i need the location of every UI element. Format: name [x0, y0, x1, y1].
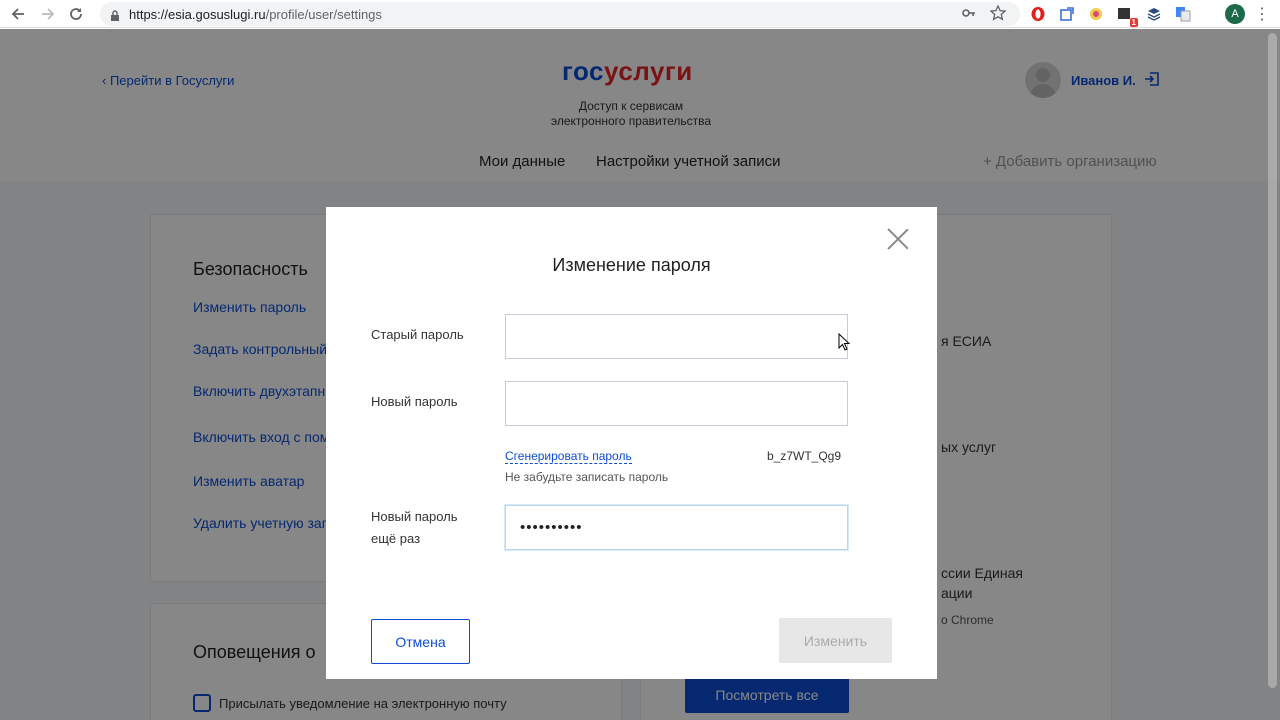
- address-bar[interactable]: https://esia.gosuslugi.ru/profile/user/s…: [100, 2, 1020, 26]
- modal-title: Изменение пароля: [552, 255, 711, 275]
- bookmark-star-icon[interactable]: [989, 4, 1007, 26]
- notes-extension-icon[interactable]: 1: [1115, 4, 1138, 27]
- share-extension-icon[interactable]: [1057, 4, 1077, 24]
- url-path: /profile/user/settings: [265, 6, 382, 22]
- new-password-label: Новый пароль: [371, 394, 458, 409]
- change-password-submit-button[interactable]: Изменить: [779, 618, 892, 663]
- page: ‹ Перейти в Госуслуги госуслуги Доступ к…: [0, 29, 1280, 720]
- translate-extension-icon[interactable]: [1173, 4, 1193, 24]
- change-password-modal: Изменение пароля Старый пароль Новый пар…: [326, 207, 937, 679]
- lock-icon: [110, 9, 120, 21]
- menu-kebab-icon[interactable]: ⋮: [1254, 4, 1270, 24]
- extension-badge: 1: [1129, 18, 1138, 27]
- close-icon[interactable]: [886, 227, 910, 251]
- browser-toolbar: https://esia.gosuslugi.ru/profile/user/s…: [0, 0, 1280, 28]
- opera-extension-icon[interactable]: [1028, 4, 1048, 24]
- layers-extension-icon[interactable]: [1144, 4, 1164, 24]
- forward-arrow-icon[interactable]: [34, 0, 62, 28]
- mouse-pointer-icon: [838, 332, 851, 351]
- url-host: https://esia.gosuslugi.ru: [129, 6, 266, 22]
- old-password-input[interactable]: [505, 314, 848, 359]
- generate-password-link[interactable]: Сгенерировать пароль: [505, 449, 632, 464]
- generated-password-value: b_z7WT_Qg9: [767, 449, 842, 463]
- repeat-password-label: Новый пароль ещё раз: [371, 509, 458, 546]
- repeat-password-input[interactable]: ••••••••••: [505, 505, 848, 550]
- new-password-input[interactable]: [505, 381, 848, 426]
- back-arrow-icon[interactable]: [4, 0, 32, 28]
- scrollbar-thumb[interactable]: [1268, 33, 1277, 688]
- profile-avatar[interactable]: A: [1225, 4, 1245, 24]
- key-icon[interactable]: [962, 6, 976, 25]
- reload-icon[interactable]: [62, 0, 90, 28]
- old-password-label: Старый пароль: [371, 327, 464, 342]
- generate-password-hint: Не забудьте записать пароль: [505, 470, 669, 484]
- page-scrollbar[interactable]: [1265, 29, 1280, 720]
- cancel-button[interactable]: Отмена: [371, 619, 470, 664]
- color-extension-icon[interactable]: [1086, 4, 1106, 24]
